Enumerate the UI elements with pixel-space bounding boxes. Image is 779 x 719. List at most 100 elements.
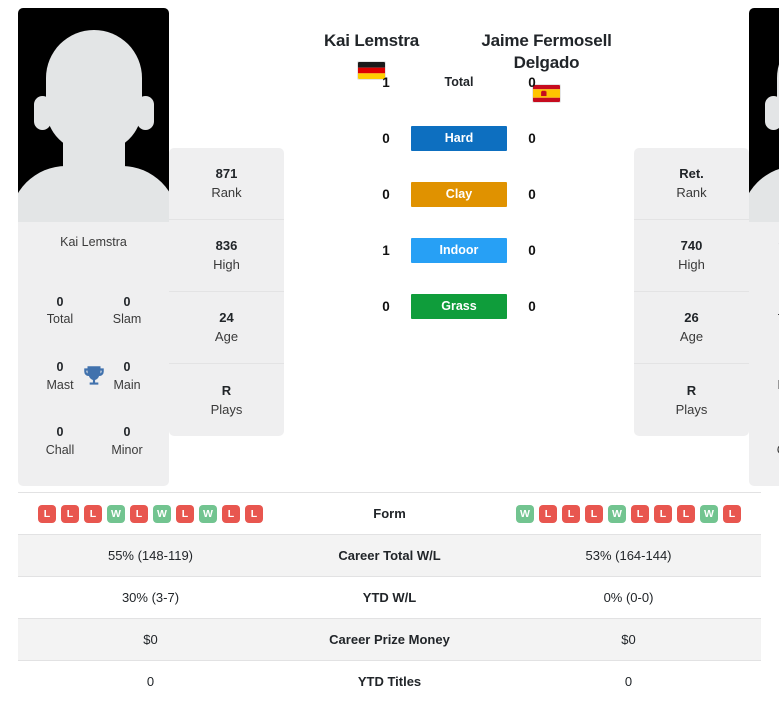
title-value: 0 [56,425,64,440]
form-badge-win[interactable]: W [199,504,217,523]
form-badge-win[interactable]: W [153,504,171,523]
title-stat: 0 Chall [763,423,779,459]
stat-block-plays: R Plays [634,364,749,436]
h2h-row-grass: 0 Grass 0 [374,278,544,334]
title-value: 0 [56,294,64,309]
title-value: 0 [123,425,131,440]
form-strip-left: LLLWLWLWLL [18,504,283,523]
h2h-surface-pill-clay[interactable]: Clay [411,181,507,207]
title-stat: 0 Mast [763,358,779,394]
title-label: Chall [45,442,75,457]
form-badge-win[interactable]: W [608,504,626,523]
form-cell-right: WLLLWLLLWL [496,493,761,535]
form-badge-loss[interactable]: L [84,504,102,523]
h2h-score-right: 0 [528,130,536,146]
title-value: 0 [123,294,131,309]
stat-label: Plays [675,401,708,417]
head-to-head-center: Kai Lemstra Jaime Fermosell Delgado 1 To… [284,8,634,319]
row-label: YTD W/L [362,590,417,605]
form-badge-loss[interactable]: L [245,504,263,523]
stat-block-age: 24 Age [169,292,284,364]
form-badge-loss[interactable]: L [222,504,240,523]
title-value: 0 [763,293,779,312]
title-value: 0 [763,423,779,442]
row-value-left: 55% (148-119) [107,548,194,563]
form-badge-win[interactable]: W [700,504,718,523]
title-label: Chall [763,442,779,460]
stat-label: Rank [676,185,707,201]
h2h-surface-pill-grass[interactable]: Grass [411,293,507,319]
titles-row: 0 Chall 0 Minor [26,423,161,459]
row-label: Career Prize Money [329,632,450,647]
avatar-ear-left [33,96,51,130]
table-row: $0 Career Prize Money $0 [18,618,761,661]
title-stat: 0 Total [763,293,779,329]
form-badge-win[interactable]: W [516,504,534,523]
titles-row: 0 Mast 0 Main [757,358,779,394]
row-value-right: 53% (164-144) [585,548,672,563]
stat-label: Age [214,329,239,345]
form-badge-loss[interactable]: L [562,504,580,523]
h2h-row-clay: 0 Clay 0 [374,166,544,222]
title-label: Mast [763,377,779,395]
h2h-score-left: 0 [382,186,390,202]
row-value-right: 0 [624,674,633,689]
table-row: 0 YTD Titles 0 [18,660,761,703]
titles-grid-right: 0 Total 0 Slam 0 Mast [749,278,779,486]
player-photo-left [18,8,169,222]
player-card-left[interactable]: Kai Lemstra 0 Total 0 Slam 0 Mast 0 Main… [18,8,169,486]
stat-value: 26 [684,310,699,326]
form-badge-loss[interactable]: L [654,504,672,523]
table-row: 55% (148-119) Career Total W/L 53% (164-… [18,534,761,577]
h2h-surface-pill-hard[interactable]: Hard [411,125,507,151]
title-label: Total [763,311,779,329]
stat-value: Ret. [679,166,704,182]
stat-value: 24 [219,310,234,326]
avatar-body [18,166,169,222]
form-badge-loss[interactable]: L [723,504,741,523]
title-stat: 0 Chall [32,423,88,459]
avatar-body [749,166,779,222]
form-badge-win[interactable]: W [107,504,125,523]
title-stat: 0 Slam [99,293,155,329]
form-badge-loss[interactable]: L [38,504,56,523]
form-badge-loss[interactable]: L [631,504,649,523]
row-value-right: $0 [621,632,636,647]
title-label: Main [113,377,141,392]
titles-grid-left: 0 Total 0 Slam 0 Mast 0 Main 0 Chall 0 M… [18,278,169,486]
row-label: YTD Titles [357,674,422,689]
form-badge-loss[interactable]: L [539,504,557,523]
comparison-table: LLLWLWLWLL Form WLLLWLLLWL 55% (148-119)… [18,492,761,702]
titles-row: 0 Total 0 Slam [757,293,779,329]
row-value-left: 0 [146,674,155,689]
h2h-score-left: 1 [382,242,390,258]
player-comparison-page: Kai Lemstra 0 Total 0 Slam 0 Mast 0 Main… [0,0,779,719]
h2h-score-right: 0 [528,186,536,202]
player-card-right[interactable]: Jaime Fermosell Delgado 0 Total 0 Slam 0 [749,8,779,486]
stat-value: R [221,382,232,398]
titles-row: 0 Total 0 Slam [26,293,161,329]
form-badge-loss[interactable]: L [677,504,695,523]
form-badge-loss[interactable]: L [585,504,603,523]
form-badge-loss[interactable]: L [61,504,79,523]
table-row-form: LLLWLWLWLL Form WLLLWLLLWL [18,492,761,535]
titles-row: 0 Chall 0 Minor [757,423,779,459]
h2h-score-right: 0 [528,298,536,314]
stat-value: 871 [215,166,238,182]
player-card-name-right: Jaime Fermosell Delgado [749,222,779,278]
row-value-left: $0 [143,632,158,647]
form-badge-loss[interactable]: L [130,504,148,523]
stat-label: Plays [210,401,243,417]
h2h-score-left: 0 [382,298,390,314]
titles-row: 0 Mast 0 Main [26,358,161,394]
h2h-surface-pill-indoor[interactable]: Indoor [411,237,507,263]
stat-block-plays: R Plays [169,364,284,436]
h2h-surface-list: 1 Total 0 0 Hard 0 0 Clay 0 1 Indoor 0 0… [374,54,544,334]
form-cell-left: LLLWLWLWLL [18,493,283,535]
avatar-ear-right [136,96,154,130]
stat-block-age: 26 Age [634,292,749,364]
stat-value: R [686,382,697,398]
title-stat: 0 Total [32,293,88,329]
form-badge-loss[interactable]: L [176,504,194,523]
trophy-icon [83,366,104,385]
